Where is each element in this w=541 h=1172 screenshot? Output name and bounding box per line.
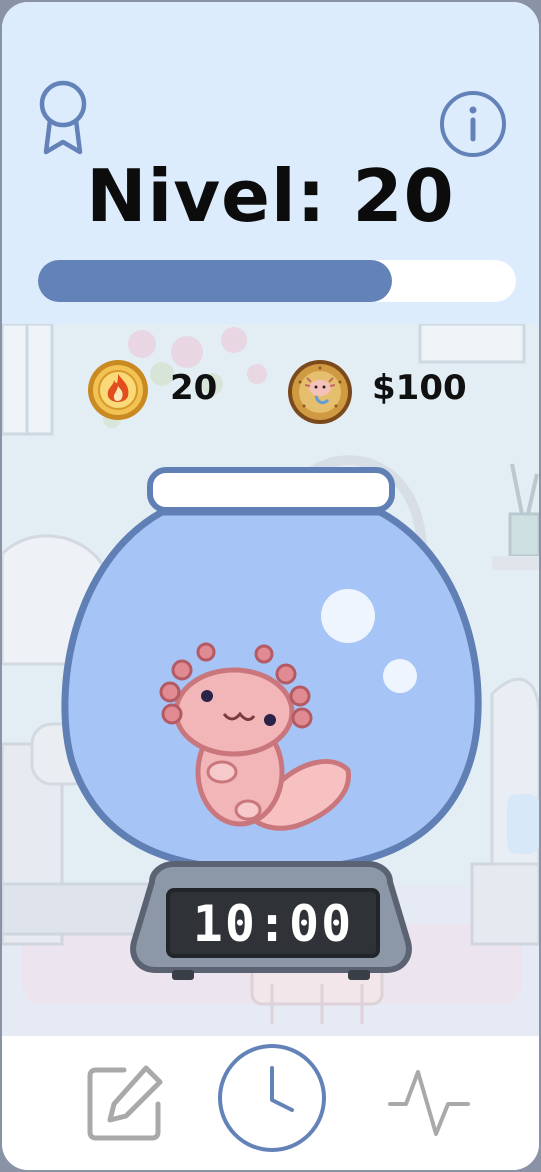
app-screen: Nivel: 20 20 $100 10:00 [2,2,539,1170]
timer-display[interactable]: 10:00 [168,886,378,962]
fish-bowl [61,467,482,980]
activity-icon[interactable] [388,1068,470,1138]
bottom-nav [2,1036,539,1170]
edit-icon[interactable] [84,1064,164,1144]
clock-icon[interactable] [216,1042,328,1154]
